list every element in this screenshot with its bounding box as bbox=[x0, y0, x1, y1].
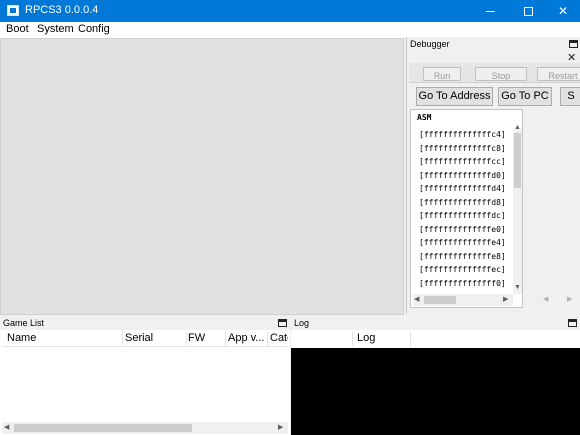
close-icon: ✕ bbox=[557, 4, 569, 18]
game-list-dock: Game List Name Serial FW App v... Cate ◀… bbox=[0, 316, 290, 435]
stop-button[interactable]: Stop bbox=[475, 67, 527, 81]
scroll-down-icon[interactable]: ▼ bbox=[514, 284, 521, 291]
rpcs3-icon bbox=[7, 5, 19, 16]
run-button[interactable]: Run bbox=[423, 67, 461, 81]
scroll-thumb[interactable] bbox=[14, 424, 192, 432]
column-serial[interactable]: Serial bbox=[125, 332, 187, 346]
asm-row[interactable]: [ffffffffffffffec] bbox=[419, 263, 511, 277]
game-list-title: Game List bbox=[0, 316, 290, 330]
menu-bar: Boot System Config bbox=[0, 22, 580, 38]
float-icon[interactable] bbox=[569, 40, 578, 48]
asm-row[interactable]: [ffffffffffffffcc] bbox=[419, 155, 511, 169]
log-view[interactable]: Log bbox=[291, 330, 580, 435]
go-to-pc-button[interactable]: Go To PC bbox=[498, 87, 552, 106]
asm-row[interactable]: [ffffffffffffffc4] bbox=[419, 128, 511, 142]
log-dock: Log Log bbox=[291, 316, 580, 435]
asm-vertical-scrollbar[interactable]: ▲ ▼ bbox=[513, 124, 522, 294]
asm-row[interactable]: [ffffffffffffffdc] bbox=[419, 209, 511, 223]
menu-system[interactable]: System bbox=[37, 23, 74, 35]
column-category[interactable]: Cate bbox=[270, 332, 288, 346]
column-name[interactable]: Name bbox=[7, 332, 123, 346]
asm-view[interactable]: ASM [ffffffffffffffc4] [ffffffffffffffc8… bbox=[410, 109, 523, 308]
minimize-icon bbox=[485, 10, 495, 12]
scroll-thumb[interactable] bbox=[514, 133, 521, 188]
asm-row[interactable]: [ffffffffffffffe8] bbox=[419, 250, 511, 264]
close-button[interactable]: ✕ bbox=[545, 0, 580, 22]
game-list-horizontal-scrollbar[interactable]: ◀ ▶ bbox=[2, 422, 288, 434]
column-fw[interactable]: FW bbox=[188, 332, 226, 346]
register-panel: ◀ ▶ bbox=[525, 109, 579, 308]
main-render-area bbox=[0, 38, 404, 315]
debugger-title: Debugger bbox=[407, 37, 580, 51]
column-blank[interactable] bbox=[293, 332, 353, 346]
asm-row[interactable]: [ffffffffffffffd0] bbox=[419, 169, 511, 183]
game-list-header: Name Serial FW App v... Cate bbox=[2, 330, 288, 347]
debugger-dock: Debugger ✕ Run Stop Restart Go To Addres… bbox=[406, 37, 580, 314]
restart-button[interactable]: Restart bbox=[537, 67, 580, 81]
scroll-left-icon[interactable]: ◀ bbox=[543, 295, 548, 303]
title-bar: RPCS3 0.0.0.4 ✕ bbox=[0, 0, 580, 22]
menu-boot[interactable]: Boot bbox=[6, 23, 29, 35]
scroll-right-icon[interactable]: ▶ bbox=[278, 423, 283, 431]
maximize-button[interactable] bbox=[510, 0, 546, 22]
asm-row[interactable]: [ffffffffffffffc8] bbox=[419, 142, 511, 156]
asm-row[interactable]: [ffffffffffffffd8] bbox=[419, 196, 511, 210]
extra-button[interactable]: S bbox=[560, 87, 580, 106]
scroll-left-icon[interactable]: ◀ bbox=[414, 295, 419, 303]
log-header: Log bbox=[291, 330, 580, 348]
asm-horizontal-scrollbar[interactable]: ◀ ▶ bbox=[413, 294, 513, 306]
scroll-thumb[interactable] bbox=[424, 296, 456, 304]
log-title: Log bbox=[291, 316, 580, 330]
column-app-version[interactable]: App v... bbox=[228, 332, 268, 346]
asm-header: ASM bbox=[417, 113, 432, 122]
maximize-icon bbox=[523, 6, 533, 16]
float-icon[interactable] bbox=[278, 319, 287, 327]
column-log[interactable]: Log bbox=[357, 332, 411, 346]
scroll-right-icon[interactable]: ▶ bbox=[567, 295, 572, 303]
menu-config[interactable]: Config bbox=[78, 23, 110, 35]
go-to-address-button[interactable]: Go To Address bbox=[416, 87, 493, 106]
asm-row[interactable]: [ffffffffffffffe4] bbox=[419, 236, 511, 250]
asm-list: [ffffffffffffffc4] [ffffffffffffffc8] [f… bbox=[419, 128, 511, 290]
asm-row[interactable]: [fffffffffffffff0] bbox=[419, 277, 511, 291]
scroll-up-icon[interactable]: ▲ bbox=[514, 124, 521, 131]
debugger-toolbar: Run Stop Restart bbox=[409, 63, 580, 83]
scroll-left-icon[interactable]: ◀ bbox=[4, 423, 9, 431]
window-title: RPCS3 0.0.0.4 bbox=[25, 4, 99, 16]
scroll-right-icon[interactable]: ▶ bbox=[503, 295, 508, 303]
asm-row[interactable]: [ffffffffffffffd4] bbox=[419, 182, 511, 196]
float-icon[interactable] bbox=[568, 319, 577, 327]
asm-row[interactable]: [ffffffffffffffe0] bbox=[419, 223, 511, 237]
minimize-button[interactable] bbox=[472, 0, 508, 22]
